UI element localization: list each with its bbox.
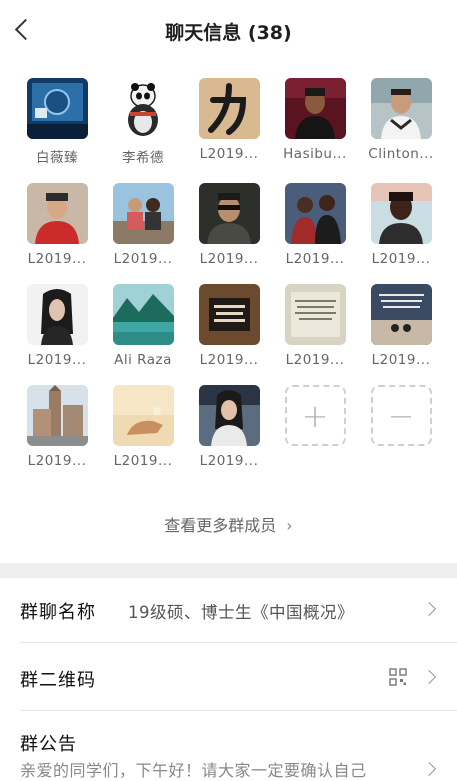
member-item[interactable]: L2019... <box>358 284 444 368</box>
chevron-right-icon <box>421 601 437 617</box>
avatar <box>26 284 88 345</box>
member-item[interactable]: L2019... <box>358 183 444 267</box>
add-member-button[interactable]: + <box>272 385 358 469</box>
member-name: L2019... <box>371 251 431 267</box>
group-name-row[interactable]: 群聊名称 19级硕、博士生《中国概况》 <box>0 578 457 641</box>
member-name: L2019... <box>27 251 87 267</box>
avatar <box>284 284 346 345</box>
avatar <box>112 385 174 446</box>
member-name: L2019... <box>199 352 259 368</box>
avatar <box>370 78 432 139</box>
avatar <box>112 284 174 345</box>
avatar <box>26 183 88 244</box>
member-name: L2019... <box>113 251 173 267</box>
member-name: L2019... <box>199 251 259 267</box>
member-name: Ali Raza <box>114 352 172 368</box>
qr-code-icon <box>389 668 407 686</box>
member-name: L2019... <box>371 352 431 368</box>
member-item[interactable]: Ali Raza <box>100 284 186 368</box>
avatar <box>198 284 260 345</box>
section-separator <box>0 563 457 578</box>
member-item[interactable]: L2019... <box>100 183 186 267</box>
member-name: L2019... <box>113 453 173 469</box>
page-title: 聊天信息 (38) <box>165 22 292 44</box>
member-name: L2019... <box>199 453 259 469</box>
group-qr-label: 群二维码 <box>20 670 96 691</box>
member-item[interactable]: Hasibu... <box>272 78 358 166</box>
minus-icon: − <box>370 385 432 446</box>
member-item[interactable]: L2019... <box>186 78 272 166</box>
member-item[interactable]: 白薇臻 <box>14 78 100 166</box>
view-more-members-link[interactable]: 查看更多群成员 › <box>0 512 457 536</box>
divider <box>20 710 457 711</box>
member-item[interactable]: L2019... <box>186 183 272 267</box>
group-name-label: 群聊名称 <box>20 602 96 623</box>
member-grid: 白薇臻 李希德 L2019... Hasibu... Clinton... L2… <box>14 78 446 469</box>
member-item[interactable]: L2019... <box>272 284 358 368</box>
header: 聊天信息 (38) <box>0 0 457 62</box>
member-name: 白薇臻 <box>36 150 78 166</box>
group-qr-row[interactable]: 群二维码 <box>0 646 457 709</box>
member-item[interactable]: L2019... <box>100 385 186 469</box>
member-item[interactable]: L2019... <box>14 385 100 469</box>
member-item[interactable]: L2019... <box>272 183 358 267</box>
member-name: L2019... <box>199 146 259 162</box>
group-notice-label: 群公告 <box>20 734 77 755</box>
member-name: L2019... <box>285 352 345 368</box>
member-item[interactable]: L2019... <box>186 284 272 368</box>
member-item[interactable]: L2019... <box>14 284 100 368</box>
member-item[interactable]: 李希德 <box>100 78 186 166</box>
member-item[interactable]: Clinton... <box>358 78 444 166</box>
divider <box>20 642 457 643</box>
chevron-right-icon: › <box>286 516 293 535</box>
member-item[interactable]: L2019... <box>186 385 272 469</box>
remove-member-button[interactable]: − <box>358 385 444 469</box>
avatar <box>370 284 432 345</box>
avatar <box>198 183 260 244</box>
avatar <box>26 78 88 139</box>
member-name: L2019... <box>27 453 87 469</box>
avatar <box>112 78 174 139</box>
avatar <box>26 385 88 446</box>
group-notice-text[interactable]: 亲爱的同学们，下午好！请大家一定要确认自己 <box>20 757 367 781</box>
member-name: L2019... <box>27 352 87 368</box>
avatar <box>370 183 432 244</box>
plus-icon: + <box>284 385 346 446</box>
group-name-value: 19级硕、博士生《中国概况》 <box>128 603 354 622</box>
avatar <box>284 78 346 139</box>
avatar <box>112 183 174 244</box>
member-name: Hasibu... <box>283 146 347 162</box>
member-item[interactable]: L2019... <box>14 183 100 267</box>
avatar <box>284 183 346 244</box>
chevron-right-icon <box>421 669 437 685</box>
member-name: L2019... <box>285 251 345 267</box>
member-name: 李希德 <box>122 150 164 166</box>
avatar <box>198 78 260 139</box>
chevron-right-icon[interactable] <box>421 761 437 777</box>
avatar <box>198 385 260 446</box>
member-name: Clinton... <box>368 146 434 162</box>
view-more-label: 查看更多群成员 <box>164 516 277 535</box>
